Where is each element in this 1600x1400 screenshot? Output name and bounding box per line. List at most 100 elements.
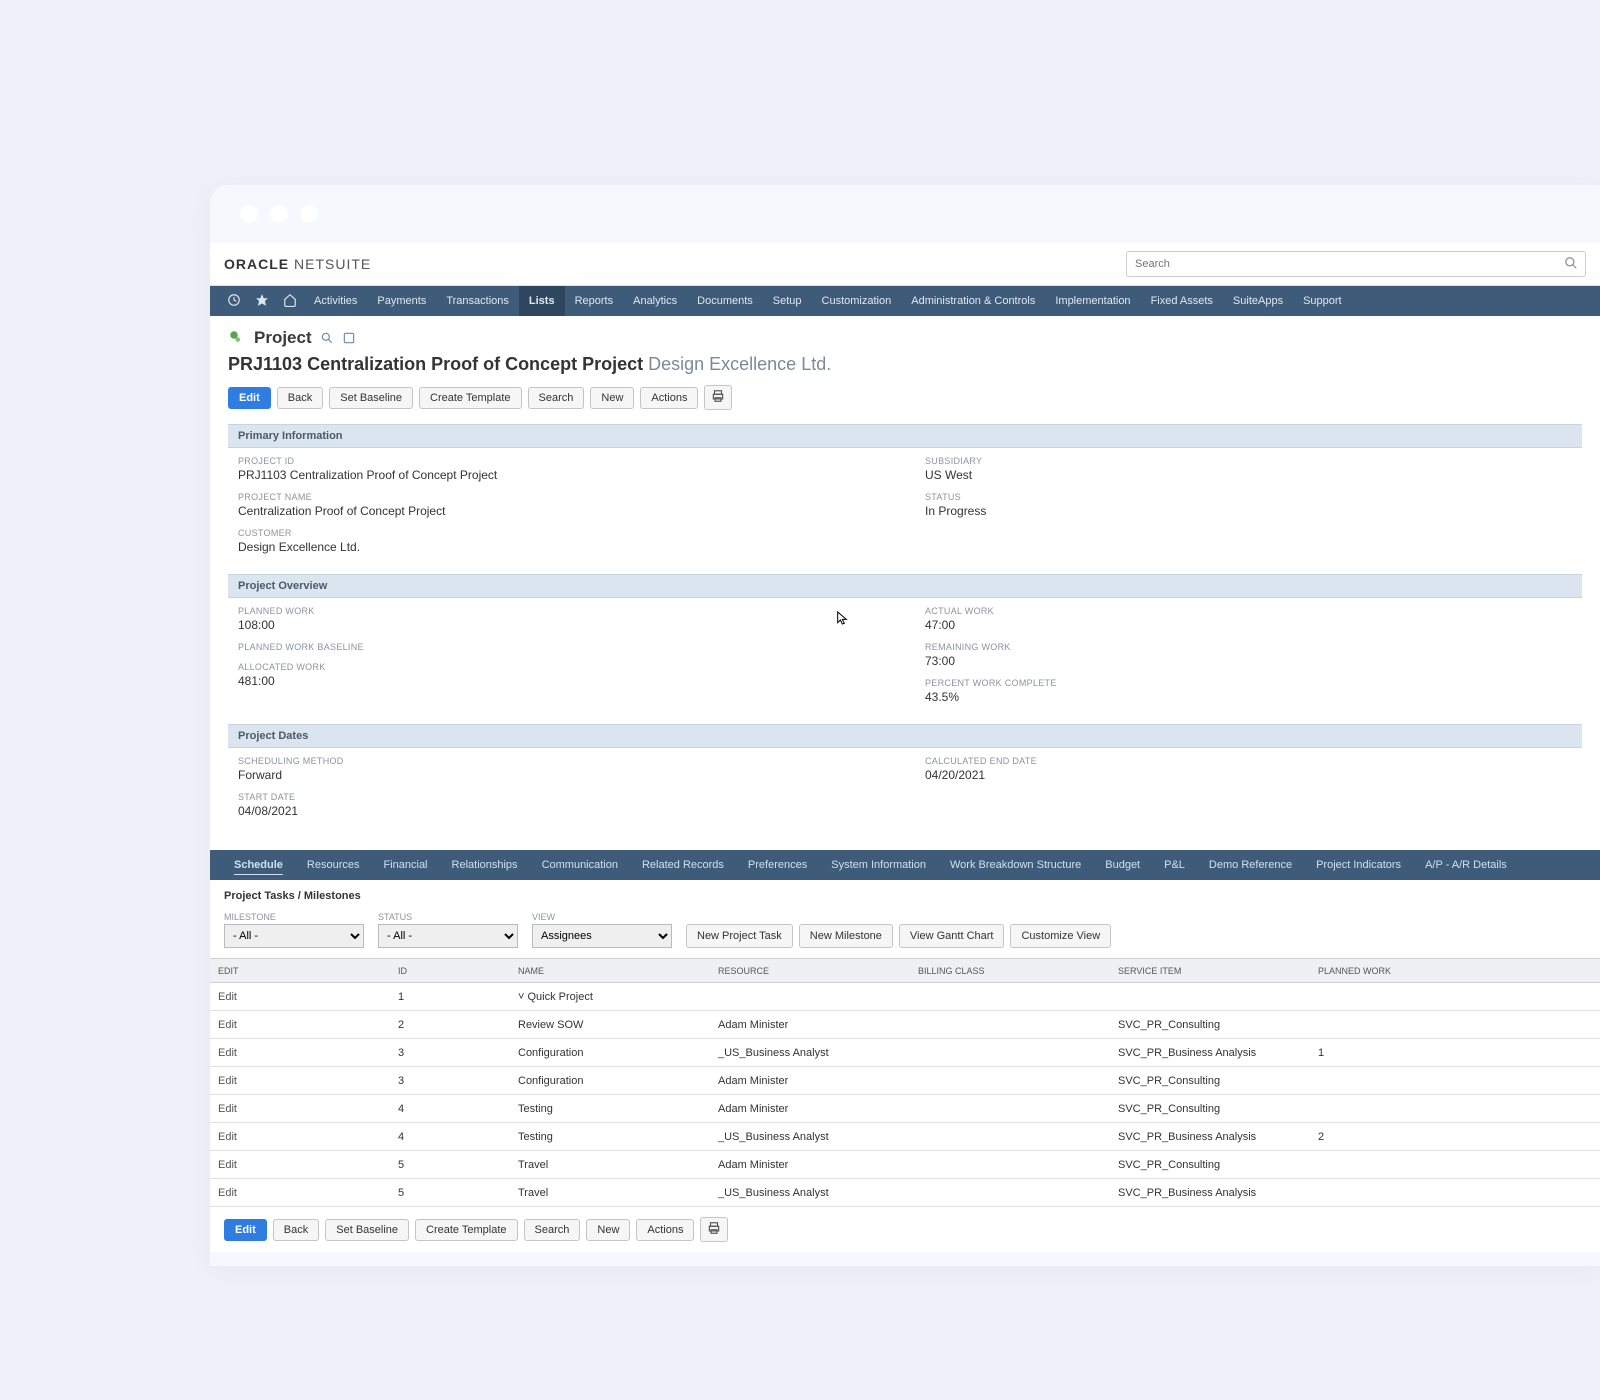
cell: Adam Minister xyxy=(710,1103,910,1115)
menu-item-analytics[interactable]: Analytics xyxy=(623,286,687,316)
new-project-task-button[interactable]: New Project Task xyxy=(686,924,793,948)
field-label: PLANNED WORK BASELINE xyxy=(238,642,885,652)
customize-view-button[interactable]: Customize View xyxy=(1010,924,1111,948)
app-root: ORACLE NETSUITE ActivitiesPaymentsTransa… xyxy=(210,243,1600,1252)
table-row: Edit1˅ Quick Project xyxy=(210,983,1600,1011)
new-button[interactable]: New xyxy=(590,387,634,409)
field-value: Forward xyxy=(238,768,885,782)
cell: SVC_PR_Consulting xyxy=(1110,1019,1310,1031)
field-status: STATUSIn Progress xyxy=(925,492,1572,518)
col-service-item: SERVICE ITEM xyxy=(1110,966,1310,976)
expand-icon[interactable] xyxy=(342,331,356,345)
cell: 3 xyxy=(390,1047,470,1059)
menu-item-implementation[interactable]: Implementation xyxy=(1045,286,1140,316)
tab-schedule[interactable]: Schedule xyxy=(222,850,295,880)
edit-link[interactable]: Edit xyxy=(210,1131,390,1143)
view-gantt-chart-button[interactable]: View Gantt Chart xyxy=(899,924,1005,948)
menu-item-setup[interactable]: Setup xyxy=(763,286,812,316)
search-input[interactable] xyxy=(1126,251,1586,277)
edit-link[interactable]: Edit xyxy=(210,1103,390,1115)
project-icon xyxy=(228,329,246,347)
table-row: Edit3Configuration_US_Business AnalystSV… xyxy=(210,1039,1600,1067)
menu-item-transactions[interactable]: Transactions xyxy=(436,286,519,316)
field-value: 04/08/2021 xyxy=(238,804,885,818)
edit-link[interactable]: Edit xyxy=(210,1047,390,1059)
actions-button[interactable]: Actions xyxy=(636,1219,694,1241)
filter-milestone-select[interactable]: - All - xyxy=(224,924,364,948)
set-baseline-button[interactable]: Set Baseline xyxy=(329,387,413,409)
back-button[interactable]: Back xyxy=(277,387,323,409)
edit-link[interactable]: Edit xyxy=(210,1159,390,1171)
tab-p-l[interactable]: P&L xyxy=(1152,850,1197,880)
menu-item-customization[interactable]: Customization xyxy=(812,286,902,316)
edit-link[interactable]: Edit xyxy=(210,1187,390,1199)
filter-view-select[interactable]: Assignees xyxy=(532,924,672,948)
filter-status-select[interactable]: - All - xyxy=(378,924,518,948)
tab-system-information[interactable]: System Information xyxy=(819,850,938,880)
print-button[interactable] xyxy=(704,385,732,410)
menu-item-documents[interactable]: Documents xyxy=(687,286,763,316)
window-dot xyxy=(270,205,288,223)
col-edit: EDIT xyxy=(210,966,390,976)
cell: 4 xyxy=(390,1131,470,1143)
edit-link[interactable]: Edit xyxy=(210,1019,390,1031)
field-label: SUBSIDIARY xyxy=(925,456,1572,466)
tab-demo-reference[interactable]: Demo Reference xyxy=(1197,850,1304,880)
cell: Travel xyxy=(510,1159,710,1171)
actions-button[interactable]: Actions xyxy=(640,387,698,409)
field-value: 04/20/2021 xyxy=(925,768,1572,782)
star-icon[interactable] xyxy=(248,293,276,310)
brand-oracle: ORACLE xyxy=(224,256,289,272)
field-label: SCHEDULING METHOD xyxy=(238,756,885,766)
home-icon[interactable] xyxy=(276,293,304,310)
filter-row: MILESTONE - All - STATUS - All - VIEW As… xyxy=(210,906,1600,958)
edit-link[interactable]: Edit xyxy=(210,991,390,1003)
cell: Travel xyxy=(510,1187,710,1199)
cell: Adam Minister xyxy=(710,1019,910,1031)
create-template-button[interactable]: Create Template xyxy=(415,1219,518,1241)
tab-resources[interactable]: Resources xyxy=(295,850,372,880)
tab-financial[interactable]: Financial xyxy=(371,850,439,880)
field-value: PRJ1103 Centralization Proof of Concept … xyxy=(238,468,885,482)
cell: _US_Business Analyst xyxy=(710,1131,910,1143)
tab-work-breakdown-structure[interactable]: Work Breakdown Structure xyxy=(938,850,1093,880)
search-button[interactable]: Search xyxy=(528,387,585,409)
cell: Adam Minister xyxy=(710,1159,910,1171)
back-button[interactable]: Back xyxy=(273,1219,319,1241)
field-project-name: PROJECT NAMECentralization Proof of Conc… xyxy=(238,492,885,518)
tab-relationships[interactable]: Relationships xyxy=(440,850,530,880)
menu-item-lists[interactable]: Lists xyxy=(519,286,565,316)
brand-bar: ORACLE NETSUITE xyxy=(210,243,1600,286)
history-icon[interactable] xyxy=(220,293,248,310)
menu-item-administration-controls[interactable]: Administration & Controls xyxy=(901,286,1045,316)
menu-item-support[interactable]: Support xyxy=(1293,286,1352,316)
grid-header: EDITIDNAMERESOURCEBILLING CLASSSERVICE I… xyxy=(210,959,1600,983)
set-baseline-button[interactable]: Set Baseline xyxy=(325,1219,409,1241)
edit-button[interactable]: Edit xyxy=(228,387,271,409)
mini-search-icon[interactable] xyxy=(320,331,334,345)
page-header: Project xyxy=(228,328,1582,348)
menu-item-reports[interactable]: Reports xyxy=(565,286,624,316)
menu-item-payments[interactable]: Payments xyxy=(367,286,436,316)
menu-item-fixed-assets[interactable]: Fixed Assets xyxy=(1141,286,1223,316)
new-milestone-button[interactable]: New Milestone xyxy=(799,924,893,948)
edit-link[interactable]: Edit xyxy=(210,1075,390,1087)
edit-button[interactable]: Edit xyxy=(224,1219,267,1241)
tab-budget[interactable]: Budget xyxy=(1093,850,1152,880)
search-button[interactable]: Search xyxy=(524,1219,581,1241)
cell: SVC_PR_Consulting xyxy=(1110,1103,1310,1115)
tab-communication[interactable]: Communication xyxy=(530,850,630,880)
cell: Configuration xyxy=(510,1075,710,1087)
menu-item-activities[interactable]: Activities xyxy=(304,286,367,316)
tab-preferences[interactable]: Preferences xyxy=(736,850,819,880)
section-dates: SCHEDULING METHODForwardSTART DATE04/08/… xyxy=(228,748,1582,838)
new-button[interactable]: New xyxy=(586,1219,630,1241)
tab-a-p-a-r-details[interactable]: A/P - A/R Details xyxy=(1413,850,1519,880)
menu-item-suiteapps[interactable]: SuiteApps xyxy=(1223,286,1293,316)
tab-related-records[interactable]: Related Records xyxy=(630,850,736,880)
global-search xyxy=(1126,251,1586,277)
create-template-button[interactable]: Create Template xyxy=(419,387,522,409)
print-button[interactable] xyxy=(700,1217,728,1242)
tab-project-indicators[interactable]: Project Indicators xyxy=(1304,850,1413,880)
project-name: PRJ1103 Centralization Proof of Concept … xyxy=(228,354,643,374)
